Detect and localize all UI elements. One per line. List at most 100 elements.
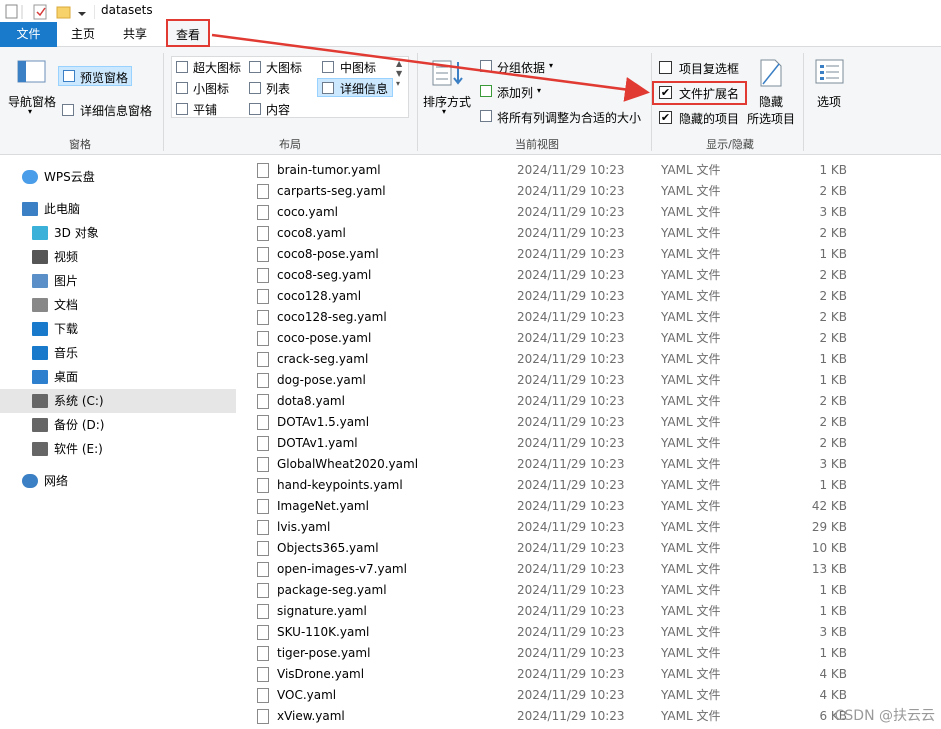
sidebar-item[interactable]: 3D 对象: [0, 221, 236, 245]
gallery-scroll-icon[interactable]: ▲ ▼ ▾: [396, 59, 402, 89]
layout-content[interactable]: 内容: [266, 101, 290, 118]
group-label-layout: 布局: [279, 138, 301, 151]
download-icon: [32, 322, 48, 336]
quick-access-toolbar[interactable]: [5, 4, 95, 20]
file-row[interactable]: coco8.yaml 2024/11/29 10:23 YAML 文件 2 KB: [252, 223, 892, 244]
sidebar-item[interactable]: 软件 (E:): [0, 437, 236, 461]
file-name: coco8-seg.yaml: [277, 268, 372, 282]
drive-icon: [32, 418, 48, 432]
preview-pane-button[interactable]: 预览窗格: [58, 66, 132, 86]
file-row[interactable]: coco8-seg.yaml 2024/11/29 10:23 YAML 文件 2 K…: [252, 265, 892, 286]
content-icon: [249, 103, 261, 115]
file-row[interactable]: VisDrone.yaml 2024/11/29 10:23 YAML 文件 4 KB: [252, 664, 892, 685]
file-size: 2 KB: [819, 226, 847, 240]
file-row[interactable]: VOC.yaml 2024/11/29 10:23 YAML 文件 4 KB: [252, 685, 892, 706]
file-row[interactable]: crack-seg.yaml 2024/11/29 10:23 YAML 文件 1 K…: [252, 349, 892, 370]
file-row[interactable]: tiger-pose.yaml 2024/11/29 10:23 YAML 文件 1 …: [252, 643, 892, 664]
sidebar-item[interactable]: 图片: [0, 269, 236, 293]
file-date-modified: 2024/11/29 10:23: [517, 352, 625, 366]
file-row[interactable]: package-seg.yaml 2024/11/29 10:23 YAML 文件 1…: [252, 580, 892, 601]
sidebar-item[interactable]: 下载: [0, 317, 236, 341]
file-extensions-label[interactable]: 文件扩展名: [679, 85, 739, 102]
item-checkboxes-label[interactable]: 项目复选框: [679, 60, 739, 77]
file-type: YAML 文件: [661, 457, 721, 471]
file-icon: [257, 205, 269, 220]
tab-share[interactable]: 共享: [114, 22, 156, 47]
file-name: GlobalWheat2020.yaml: [277, 457, 419, 471]
file-row[interactable]: GlobalWheat2020.yaml 2024/11/29 10:23 YAML…: [252, 454, 892, 475]
file-name: ImageNet.yaml: [277, 499, 369, 513]
file-date-modified: 2024/11/29 10:23: [517, 625, 625, 639]
sidebar-item[interactable]: 备份 (D:): [0, 413, 236, 437]
hidden-items-label[interactable]: 隐藏的项目: [679, 110, 739, 127]
file-row[interactable]: ImageNet.yaml 2024/11/29 10:23 YAML 文件 42 K…: [252, 496, 892, 517]
file-row[interactable]: dog-pose.yaml 2024/11/29 10:23 YAML 文件 1 KB: [252, 370, 892, 391]
file-row[interactable]: carparts-seg.yaml 2024/11/29 10:23 YAML 文件…: [252, 181, 892, 202]
file-row[interactable]: open-images-v7.yaml 2024/11/29 10:23 YAML …: [252, 559, 892, 580]
item-checkboxes-checkbox[interactable]: [659, 61, 672, 74]
hide-selected-line2[interactable]: 所选项目: [747, 110, 795, 127]
file-type: YAML 文件: [661, 310, 721, 324]
layout-extra-large-icons[interactable]: 超大图标: [193, 59, 241, 76]
layout-details[interactable]: 详细信息: [317, 78, 393, 97]
file-name: coco8-pose.yaml: [277, 247, 379, 261]
options-button[interactable]: 选项: [817, 93, 841, 110]
layout-tiles[interactable]: 平铺: [193, 101, 217, 118]
tab-home[interactable]: 主页: [62, 22, 104, 47]
file-type: YAML 文件: [661, 415, 721, 429]
file-name: Objects365.yaml: [277, 541, 379, 555]
file-name: coco.yaml: [277, 205, 338, 219]
file-type: YAML 文件: [661, 541, 721, 555]
file-size: 4 KB: [819, 688, 847, 702]
sidebar-item[interactable]: 此电脑: [0, 197, 236, 221]
file-type: YAML 文件: [661, 373, 721, 387]
file-extensions-checkbox[interactable]: ✔: [659, 86, 672, 99]
sidebar-item[interactable]: 桌面: [0, 365, 236, 389]
hide-selected-line1[interactable]: 隐藏: [759, 93, 783, 110]
group-by-button[interactable]: 分组依据: [497, 59, 545, 76]
sidebar-item[interactable]: 文档: [0, 293, 236, 317]
file-row[interactable]: coco-pose.yaml 2024/11/29 10:23 YAML 文件 2 K…: [252, 328, 892, 349]
tab-file[interactable]: 文件: [0, 22, 57, 47]
sidebar-item[interactable]: 系统 (C:): [0, 389, 236, 413]
sidebar-item[interactable]: 视频: [0, 245, 236, 269]
file-row[interactable]: DOTAv1.yaml 2024/11/29 10:23 YAML 文件 2 KB: [252, 433, 892, 454]
file-row[interactable]: coco.yaml 2024/11/29 10:23 YAML 文件 3 KB: [252, 202, 892, 223]
chevron-down-icon: ▾: [28, 107, 33, 116]
file-row[interactable]: signature.yaml 2024/11/29 10:23 YAML 文件 1 K…: [252, 601, 892, 622]
sidebar-item[interactable]: WPS云盘: [0, 165, 236, 189]
layout-list[interactable]: 列表: [266, 80, 290, 97]
layout-medium-icons[interactable]: 中图标: [340, 59, 376, 76]
size-columns-icon: [480, 110, 492, 122]
file-row[interactable]: coco128.yaml 2024/11/29 10:23 YAML 文件 2 KB: [252, 286, 892, 307]
file-row[interactable]: hand-keypoints.yaml 2024/11/29 10:23 YAML …: [252, 475, 892, 496]
file-date-modified: 2024/11/29 10:23: [517, 247, 625, 261]
sidebar-item[interactable]: 网络: [0, 469, 236, 493]
file-row[interactable]: brain-tumor.yaml 2024/11/29 10:23 YAML 文件 1…: [252, 160, 892, 181]
layout-small-icons[interactable]: 小图标: [193, 80, 229, 97]
file-type: YAML 文件: [661, 604, 721, 618]
file-row[interactable]: xView.yaml 2024/11/29 10:23 YAML 文件 6 KB: [252, 706, 892, 727]
size-all-columns-button[interactable]: 将所有列调整为合适的大小: [497, 109, 641, 126]
file-name: xView.yaml: [277, 709, 345, 723]
file-icon: [257, 289, 269, 304]
file-row[interactable]: SKU-110K.yaml 2024/11/29 10:23 YAML 文件 3 KB: [252, 622, 892, 643]
layout-large-icons[interactable]: 大图标: [266, 59, 302, 76]
add-columns-button[interactable]: 添加列: [497, 84, 533, 101]
sidebar-item-label: 文档: [54, 298, 79, 312]
sidebar-item[interactable]: 音乐: [0, 341, 236, 365]
file-row[interactable]: dota8.yaml 2024/11/29 10:23 YAML 文件 2 KB: [252, 391, 892, 412]
hidden-items-checkbox[interactable]: ✔: [659, 111, 672, 124]
file-row[interactable]: coco128-seg.yaml 2024/11/29 10:23 YAML 文件 2…: [252, 307, 892, 328]
file-row[interactable]: DOTAv1.5.yaml 2024/11/29 10:23 YAML 文件 2 KB: [252, 412, 892, 433]
file-row[interactable]: lvis.yaml 2024/11/29 10:23 YAML 文件 29 KB: [252, 517, 892, 538]
sort-by-button[interactable]: 排序方式: [423, 93, 471, 110]
file-row[interactable]: Objects365.yaml 2024/11/29 10:23 YAML 文件 10…: [252, 538, 892, 559]
cloud-icon: [22, 170, 38, 184]
file-row[interactable]: coco8-pose.yaml 2024/11/29 10:23 YAML 文件 1 …: [252, 244, 892, 265]
file-type: YAML 文件: [661, 688, 721, 702]
tab-view[interactable]: 查看: [166, 19, 210, 47]
file-date-modified: 2024/11/29 10:23: [517, 331, 625, 345]
drive-icon: [32, 394, 48, 408]
file-name: package-seg.yaml: [277, 583, 387, 597]
